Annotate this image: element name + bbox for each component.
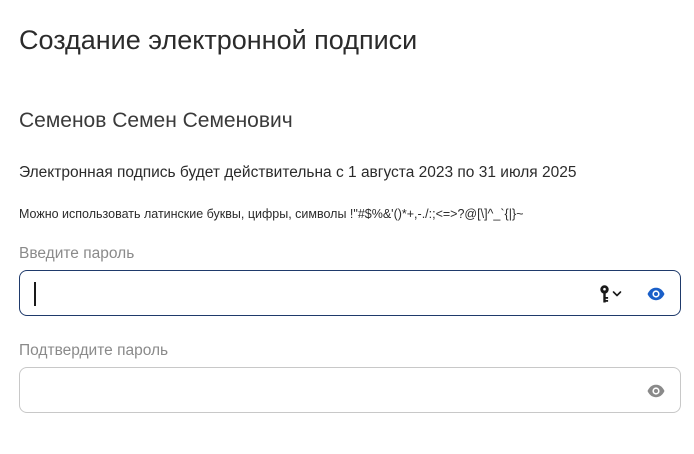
chevron-down-icon xyxy=(612,291,622,297)
show-password-button[interactable] xyxy=(646,284,666,304)
password-field[interactable] xyxy=(19,270,681,316)
password-label: Введите пароль xyxy=(19,245,135,262)
page-title: Создание электронной подписи xyxy=(19,25,418,55)
password-generator-dropdown[interactable] xyxy=(599,284,623,304)
confirm-password-input[interactable] xyxy=(32,376,592,404)
confirm-password-field[interactable] xyxy=(19,367,681,413)
text-cursor xyxy=(34,282,36,306)
eye-icon xyxy=(647,287,665,301)
show-confirm-password-button[interactable] xyxy=(646,381,666,401)
signer-name: Семенов Семен Семенович xyxy=(19,109,293,132)
password-input[interactable] xyxy=(32,279,592,307)
password-hint: Можно использовать латинские буквы, цифр… xyxy=(19,207,524,221)
confirm-password-label: Подтвердите пароль xyxy=(19,342,169,359)
validity-text: Электронная подпись будет действительна … xyxy=(19,164,577,181)
eye-icon xyxy=(647,384,665,398)
